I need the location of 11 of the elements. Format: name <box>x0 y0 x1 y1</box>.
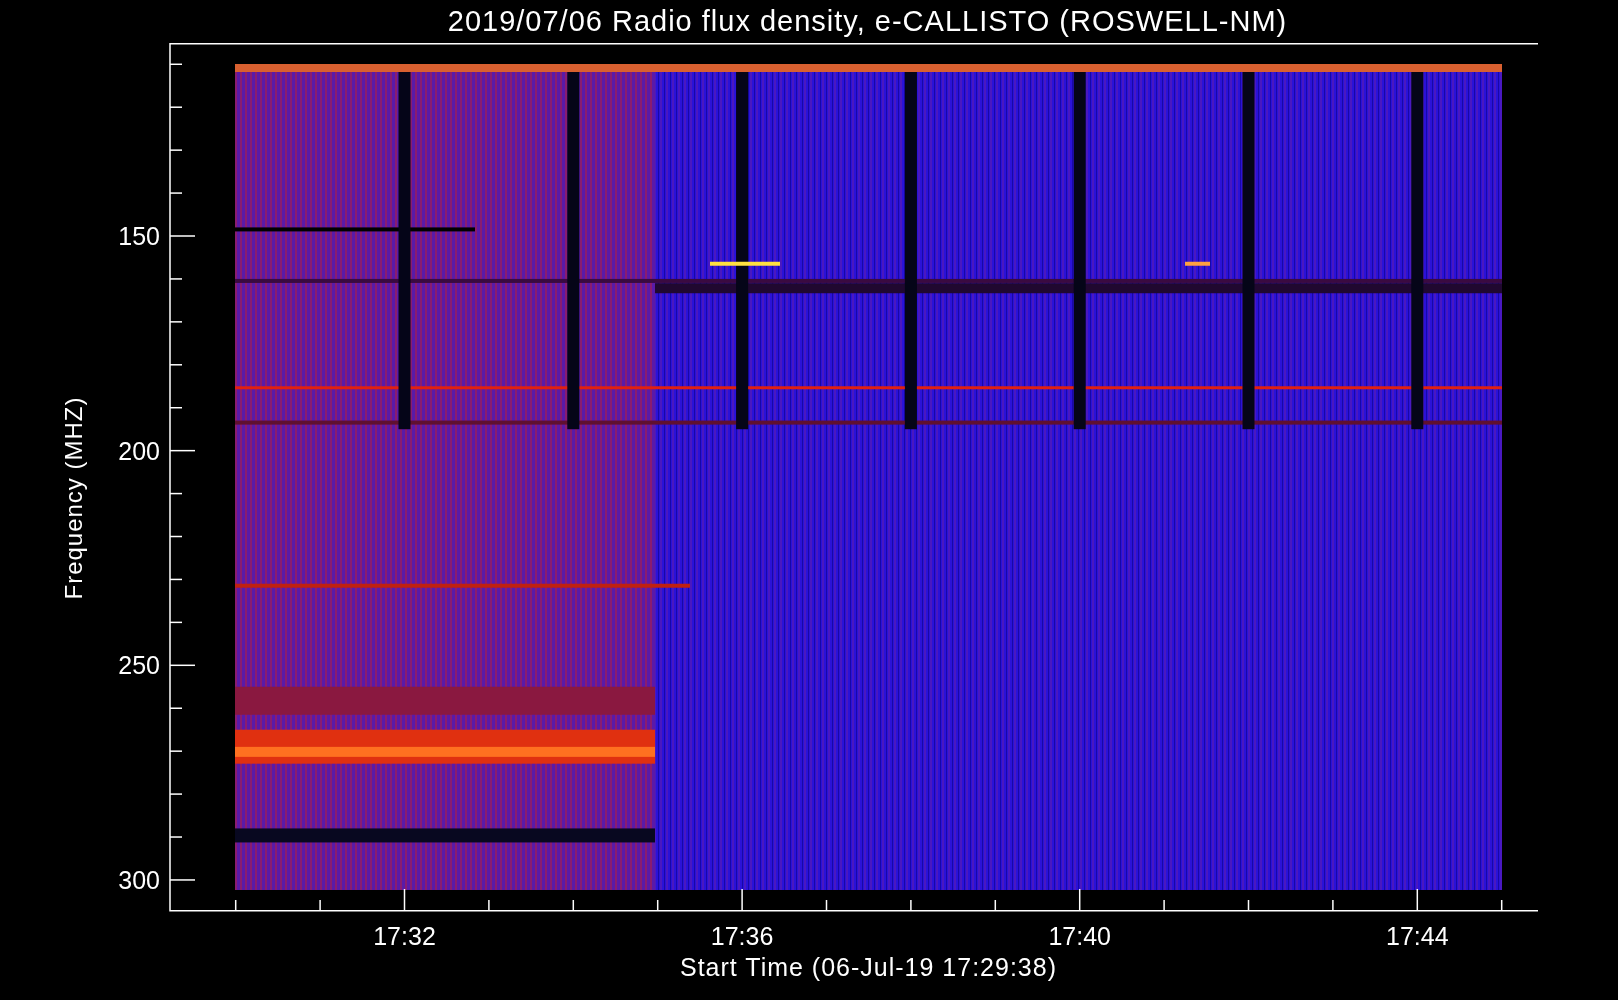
y-tick-label: 200 <box>118 436 160 465</box>
y-axis-title: Frequency (MHZ) <box>60 396 88 600</box>
x-axis-title: Start Time (06-Jul-19 17:29:38) <box>680 953 1057 982</box>
chart-title: 2019/07/06 Radio flux density, e-CALLISTO (ROSWELL-NM) <box>447 5 1288 38</box>
x-tick-label: 17:32 <box>373 922 436 950</box>
y-tick-label: 250 <box>118 651 160 680</box>
x-tick-label: 17:44 <box>1386 922 1449 950</box>
x-tick-label: 17:36 <box>710 922 774 950</box>
y-tick-label: 300 <box>118 865 160 894</box>
y-tick-label: 150 <box>118 222 160 250</box>
x-tick-label: 17:40 <box>1048 922 1111 950</box>
